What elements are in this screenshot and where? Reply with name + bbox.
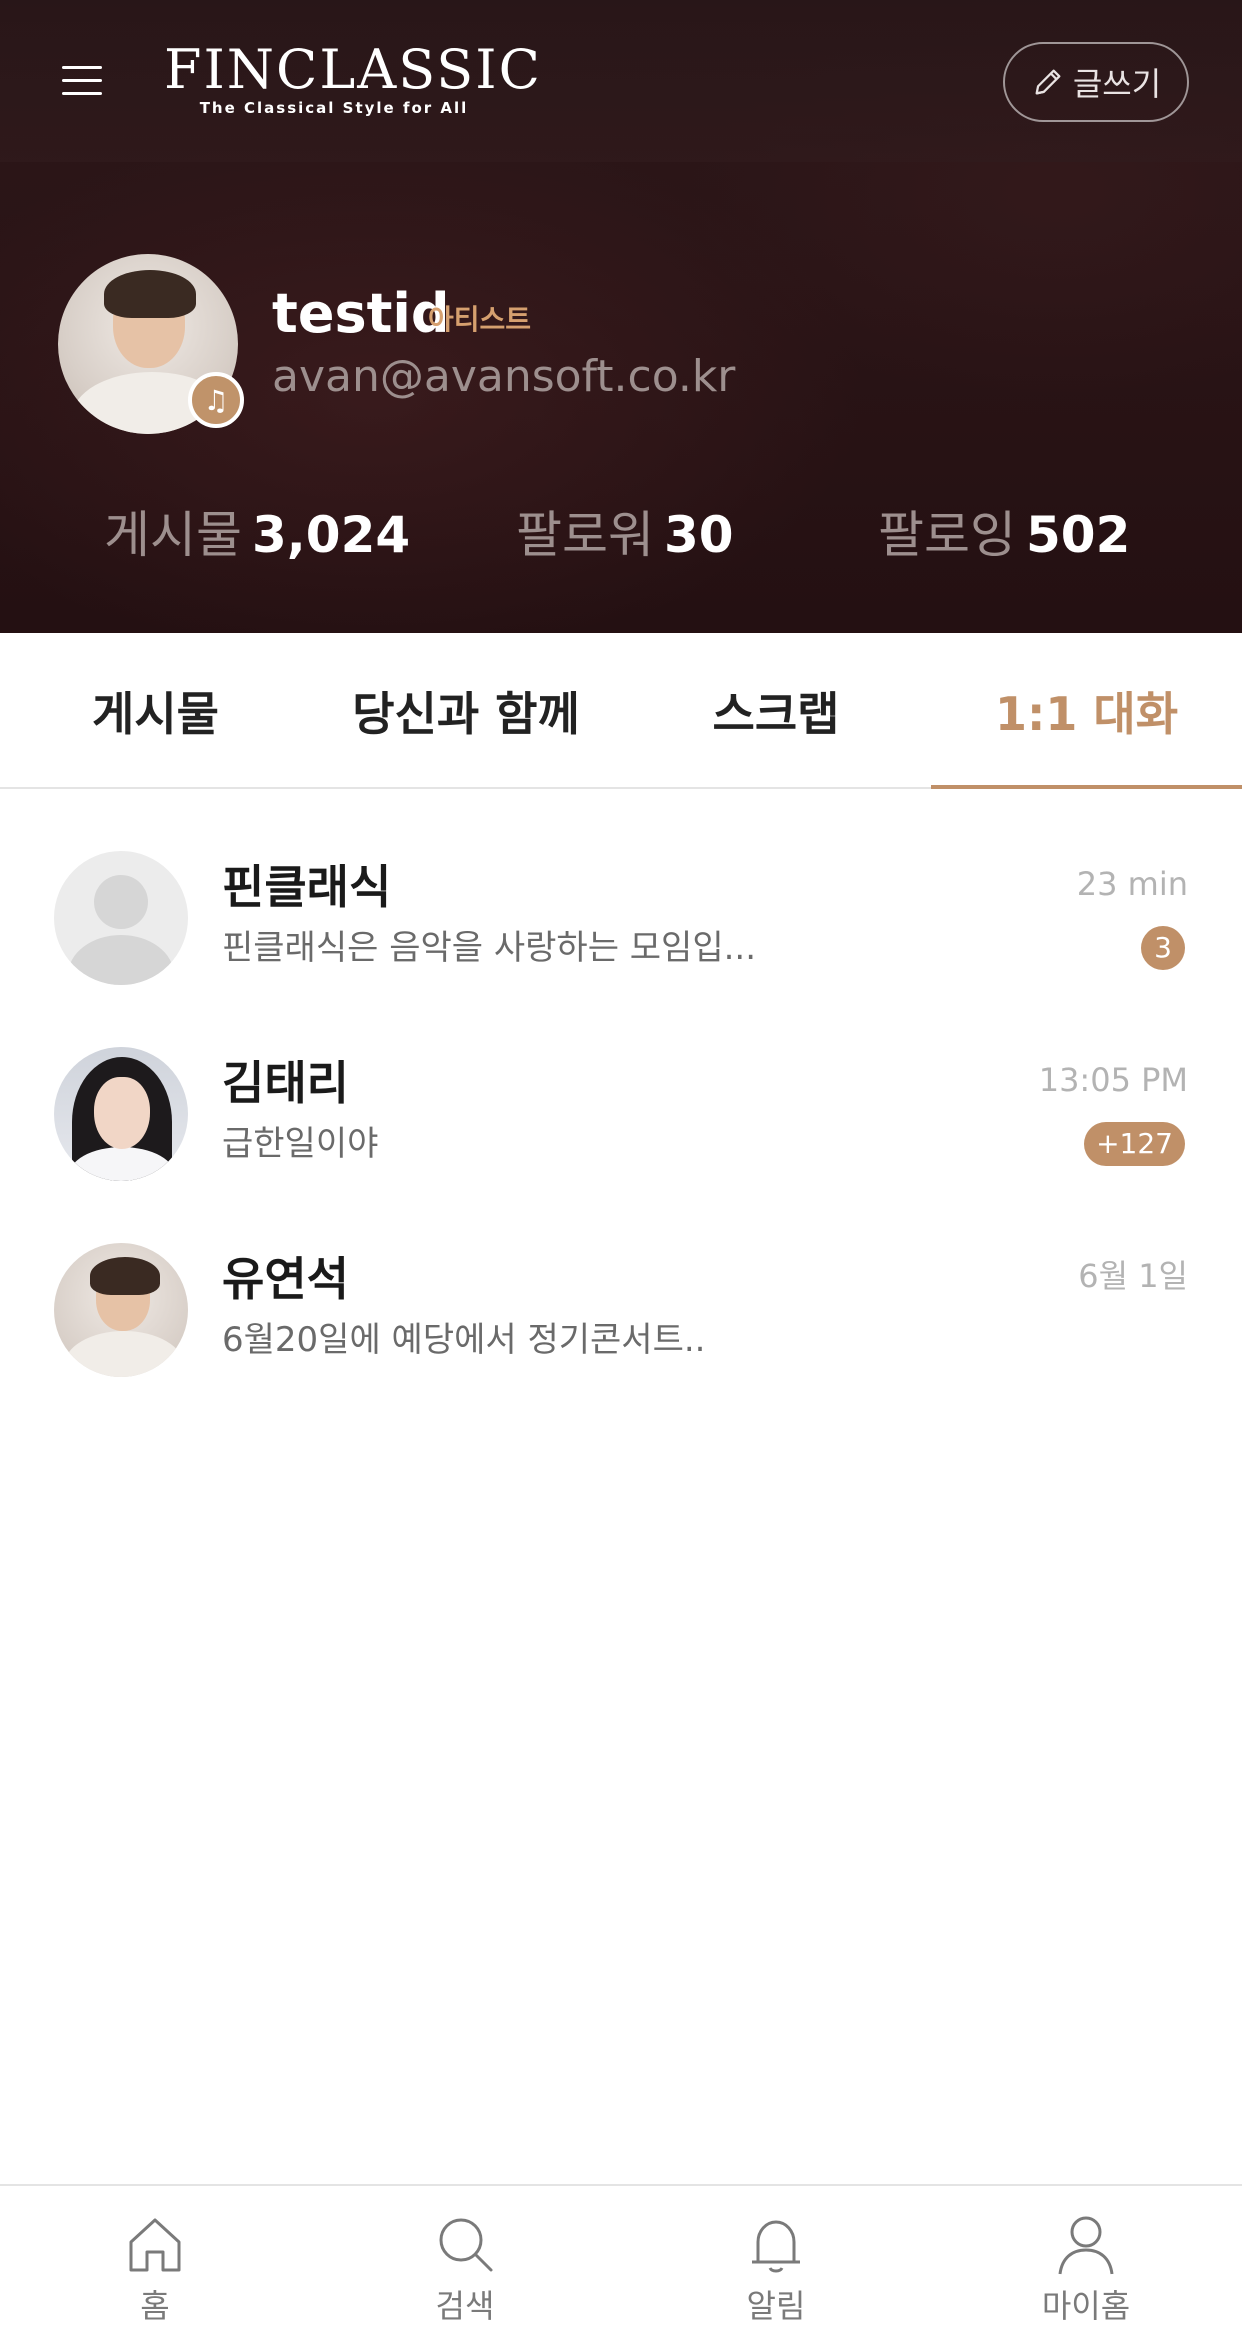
profile-tabs: 게시물 당신과 함께 스크랩 1:1 대화 [0,633,1242,789]
nav-myhome[interactable]: 마이홈 [931,2186,1241,2344]
profile-role-badge: 아티스트 [428,303,532,336]
user-icon [1058,2216,1114,2275]
music-note-icon: ♫ [188,372,244,428]
active-tab-indicator [931,785,1242,789]
profile-stats: 게시물 3,024 팔로워 30 팔로잉 502 [0,500,1242,580]
unread-badge: +127 [1084,1122,1185,1166]
search-icon [439,2218,493,2272]
stat-posts-label: 게시물 [104,506,242,564]
stat-followers-value: 30 [664,506,734,564]
profile-name: testid [272,282,450,345]
nav-notifications-label: 알림 [746,2287,806,2325]
stat-followers-label: 팔로워 [516,506,654,564]
chat-preview: 핀클래식은 음악을 사랑하는 모임입... [222,928,757,968]
home-icon [129,2218,181,2272]
nav-home[interactable]: 홈 [0,2186,310,2344]
stat-following-label: 팔로잉 [878,506,1016,564]
app-logo[interactable]: FINCLASSIC The Classical Style for All [164,38,542,120]
tab-direct-message[interactable]: 1:1 대화 [931,633,1242,789]
chat-preview: 6월20일에 예당에서 정기콘서트.. [222,1320,706,1360]
chat-time: 23 min [1076,865,1188,903]
unread-badge: 3 [1141,926,1185,970]
bell-icon [752,2220,800,2273]
chat-preview: 급한일이야 [222,1124,379,1164]
chat-name: 김태리 [222,1056,349,1110]
write-button[interactable]: 글쓰기 [1003,42,1189,122]
bottom-navigation: 홈 검색 알림 마이홈 [0,2184,1242,2344]
logo-title: FINCLASSIC [164,38,542,101]
chat-time: 6월 1일 [1078,1257,1188,1295]
pencil-icon [1035,69,1061,95]
chat-list-item[interactable]: 유연석 6월20일에 예당에서 정기콘서트.. 6월 1일 [0,1183,1242,1379]
nav-myhome-label: 마이홈 [1041,2287,1131,2325]
tab-posts[interactable]: 게시물 [0,633,311,789]
stat-posts[interactable]: 게시물 3,024 [104,500,410,570]
chat-avatar [54,1047,188,1181]
profile-email: avan@avansoft.co.kr [272,351,736,402]
stat-following[interactable]: 팔로잉 502 [878,500,1130,570]
chat-list-item[interactable]: 김태리 급한일이야 13:05 PM +127 [0,987,1242,1183]
nav-notifications[interactable]: 알림 [621,2186,931,2344]
chat-avatar [54,1243,188,1377]
nav-search[interactable]: 검색 [310,2186,620,2344]
stat-following-value: 502 [1026,506,1131,564]
chat-time: 13:05 PM [1038,1061,1188,1099]
nav-search-label: 검색 [435,2287,495,2325]
nav-home-label: 홈 [140,2287,170,2325]
top-bar: FINCLASSIC The Classical Style for All 글… [0,0,1242,162]
default-avatar-icon [54,851,188,985]
chat-list-item[interactable]: 핀클래식 핀클래식은 음악을 사랑하는 모임입... 23 min 3 [0,791,1242,987]
logo-subtitle: The Classical Style for All [199,99,469,117]
stat-followers[interactable]: 팔로워 30 [516,500,734,570]
stat-posts-value: 3,024 [252,506,411,564]
chat-name: 유연석 [222,1252,349,1306]
tab-with-you[interactable]: 당신과 함께 [311,633,621,789]
chat-name: 핀클래식 [222,860,392,914]
profile-header: FINCLASSIC The Classical Style for All 글… [0,0,1242,633]
tab-scrap[interactable]: 스크랩 [621,633,931,789]
hamburger-menu-icon[interactable] [54,58,110,104]
write-button-label: 글쓰기 [1072,65,1162,103]
